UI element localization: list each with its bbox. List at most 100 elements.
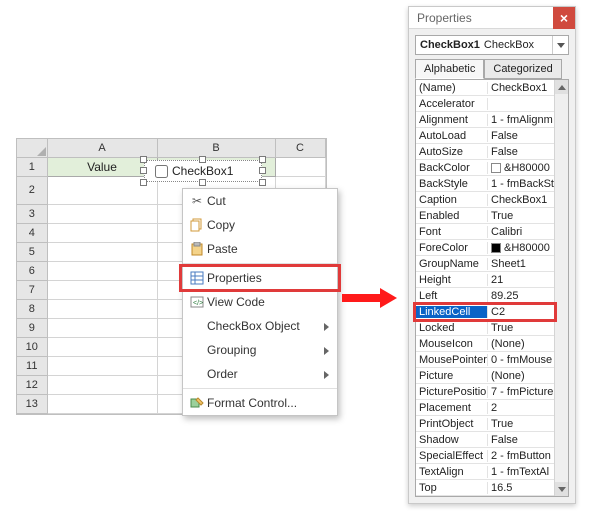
row-header-5[interactable]: 5 [17, 242, 47, 261]
property-row[interactable]: Height21 [416, 272, 568, 288]
property-name: BackColor [416, 162, 488, 174]
resize-handle[interactable] [140, 179, 147, 186]
property-row[interactable]: EnabledTrue [416, 208, 568, 224]
menu-properties[interactable]: Properties [183, 266, 337, 290]
resize-handle[interactable] [259, 156, 266, 163]
property-row[interactable]: CaptionCheckBox1 [416, 192, 568, 208]
cell-a11[interactable] [47, 356, 157, 375]
object-selector[interactable]: CheckBox1 CheckBox [415, 35, 569, 55]
property-row[interactable]: LockedTrue [416, 320, 568, 336]
property-name: Left [416, 290, 488, 302]
cell-a6[interactable] [47, 261, 157, 280]
cell-a9[interactable] [47, 318, 157, 337]
menu-checkbox-object[interactable]: CheckBox Object [183, 314, 337, 338]
property-row[interactable]: MouseIcon(None) [416, 336, 568, 352]
checkbox-box[interactable] [155, 165, 168, 178]
cell-a5[interactable] [47, 242, 157, 261]
property-row[interactable]: GroupNameSheet1 [416, 256, 568, 272]
menu-view-code[interactable]: </> View Code [183, 290, 337, 314]
row-header-12[interactable]: 12 [17, 375, 47, 394]
scrollbar[interactable] [554, 80, 568, 496]
cell-a10[interactable] [47, 337, 157, 356]
col-header-c[interactable]: C [275, 139, 325, 157]
property-row[interactable]: ShadowFalse [416, 432, 568, 448]
menu-format-control[interactable]: Format Control... [183, 391, 337, 415]
row-header-6[interactable]: 6 [17, 261, 47, 280]
resize-handle[interactable] [140, 167, 147, 174]
resize-handle[interactable] [199, 179, 206, 186]
scissors-icon: ✂ [187, 194, 207, 208]
property-name: ForeColor [416, 242, 488, 254]
property-row[interactable]: ForeColor&H80000 [416, 240, 568, 256]
resize-handle[interactable] [259, 179, 266, 186]
cell-a12[interactable] [47, 375, 157, 394]
resize-handle[interactable] [259, 167, 266, 174]
property-row[interactable]: LinkedCellC2 [416, 304, 568, 320]
object-type: CheckBox [484, 39, 534, 51]
arrow-annotation [342, 288, 397, 308]
property-row[interactable]: AutoLoadFalse [416, 128, 568, 144]
close-button[interactable]: × [553, 7, 575, 29]
checkbox-label: CheckBox1 [172, 164, 233, 178]
property-row[interactable]: PrintObjectTrue [416, 416, 568, 432]
property-row[interactable]: FontCalibri [416, 224, 568, 240]
row-header-8[interactable]: 8 [17, 299, 47, 318]
row-header-10[interactable]: 10 [17, 337, 47, 356]
scroll-up-button[interactable] [555, 80, 568, 94]
cell-a3[interactable] [47, 204, 157, 223]
menu-paste[interactable]: Paste [183, 237, 337, 261]
resize-handle[interactable] [199, 156, 206, 163]
property-row[interactable]: Accelerator [416, 96, 568, 112]
properties-titlebar[interactable]: Properties × [409, 7, 575, 29]
menu-cut[interactable]: ✂ Cut [183, 189, 337, 213]
property-name: GroupName [416, 258, 488, 270]
property-row[interactable]: Alignment1 - fmAlignm [416, 112, 568, 128]
property-row[interactable]: Left89.25 [416, 288, 568, 304]
property-row[interactable]: MousePointer0 - fmMouse [416, 352, 568, 368]
row-header-9[interactable]: 9 [17, 318, 47, 337]
row-header-1[interactable]: 1 [17, 157, 47, 176]
property-row[interactable]: (Name)CheckBox1 [416, 80, 568, 96]
property-name: Caption [416, 194, 488, 206]
property-row[interactable]: Picture(None) [416, 368, 568, 384]
row-header-7[interactable]: 7 [17, 280, 47, 299]
cell-a7[interactable] [47, 280, 157, 299]
menu-label: CheckBox Object [207, 319, 329, 333]
property-name: Placement [416, 402, 488, 414]
property-row[interactable]: BackStyle1 - fmBackSt [416, 176, 568, 192]
property-name: AutoSize [416, 146, 488, 158]
col-header-b[interactable]: B [157, 139, 275, 157]
menu-grouping[interactable]: Grouping [183, 338, 337, 362]
menu-copy[interactable]: Copy [183, 213, 337, 237]
property-row[interactable]: SpecialEffect2 - fmButton [416, 448, 568, 464]
col-header-a[interactable]: A [47, 139, 157, 157]
tab-categorized[interactable]: Categorized [484, 59, 561, 79]
property-row[interactable]: Top16.5 [416, 480, 568, 496]
select-all-corner[interactable] [17, 139, 47, 157]
code-icon: </> [187, 295, 207, 309]
scroll-down-button[interactable] [555, 482, 568, 496]
tab-alphabetic[interactable]: Alphabetic [415, 59, 484, 79]
property-row[interactable]: BackColor&H80000 [416, 160, 568, 176]
property-row[interactable]: AutoSizeFalse [416, 144, 568, 160]
resize-handle[interactable] [140, 156, 147, 163]
cell-c1[interactable] [275, 157, 325, 176]
cell-a4[interactable] [47, 223, 157, 242]
menu-order[interactable]: Order [183, 362, 337, 386]
property-row[interactable]: TextAlign1 - fmTextAl [416, 464, 568, 480]
row-header-11[interactable]: 11 [17, 356, 47, 375]
format-icon [187, 396, 207, 410]
row-header-2[interactable]: 2 [17, 176, 47, 204]
cell-a8[interactable] [47, 299, 157, 318]
cell-a13[interactable] [47, 394, 157, 413]
property-name: Picture [416, 370, 488, 382]
property-name: Top [416, 482, 488, 494]
row-header-13[interactable]: 13 [17, 394, 47, 413]
property-name: Font [416, 226, 488, 238]
chevron-down-icon[interactable] [552, 36, 568, 54]
property-name: BackStyle [416, 178, 488, 190]
property-row[interactable]: PicturePosition7 - fmPicture [416, 384, 568, 400]
row-header-4[interactable]: 4 [17, 223, 47, 242]
property-row[interactable]: Placement2 [416, 400, 568, 416]
row-header-3[interactable]: 3 [17, 204, 47, 223]
